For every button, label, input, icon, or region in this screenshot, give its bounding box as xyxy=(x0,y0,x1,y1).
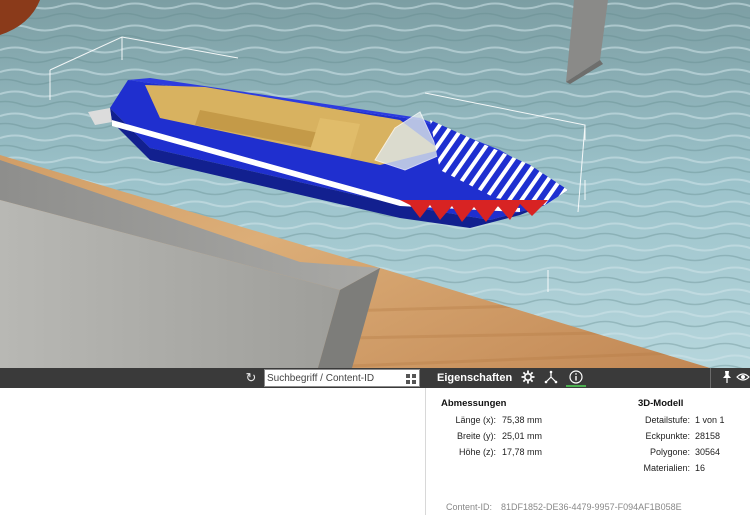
properties-panel: Abmessungen Länge (x): 75,38 mm Breite (… xyxy=(426,388,750,515)
toolbar-separator xyxy=(710,368,711,388)
refresh-icon[interactable]: ↻ xyxy=(243,370,259,386)
info-icon[interactable] xyxy=(566,369,586,387)
length-label: Länge (x): xyxy=(455,415,496,425)
length-value: 75,38 mm xyxy=(502,415,543,425)
content-browser-panel xyxy=(0,388,425,515)
3d-scene[interactable] xyxy=(0,0,750,368)
content-id-value: 81DF1852-DE36-4479-9957-F094AF1B058E xyxy=(501,502,682,512)
eye-icon[interactable] xyxy=(736,369,750,387)
3d-viewport[interactable] xyxy=(0,0,750,368)
materials-label: Materialien: xyxy=(643,463,690,473)
detail-level-label: Detailstufe: xyxy=(644,415,690,425)
model-title: 3D-Modell xyxy=(638,398,684,409)
height-label: Höhe (z): xyxy=(458,447,496,457)
width-value: 25,01 mm xyxy=(502,431,543,441)
detail-level-value: 1 von 1 xyxy=(695,415,725,425)
gear-icon[interactable] xyxy=(518,369,538,387)
pin-icon[interactable] xyxy=(717,369,737,387)
dimensions-title: Abmessungen xyxy=(441,398,507,409)
search-box[interactable] xyxy=(264,369,420,387)
tab-properties[interactable]: Eigenschaften xyxy=(428,368,521,388)
polygons-value: 30564 xyxy=(695,447,721,457)
vertices-value: 28158 xyxy=(695,431,721,441)
materials-value: 16 xyxy=(695,463,706,473)
height-value: 17,78 mm xyxy=(502,447,543,457)
content-id-label: Content-ID: xyxy=(446,502,493,512)
grid-view-icon[interactable] xyxy=(405,372,417,384)
polygons-label: Polygone: xyxy=(649,447,690,457)
vertices-label: Eckpunkte: xyxy=(645,431,690,441)
node-tree-icon[interactable] xyxy=(541,369,561,387)
search-input[interactable] xyxy=(265,370,405,386)
width-label: Breite (y): xyxy=(456,431,496,441)
